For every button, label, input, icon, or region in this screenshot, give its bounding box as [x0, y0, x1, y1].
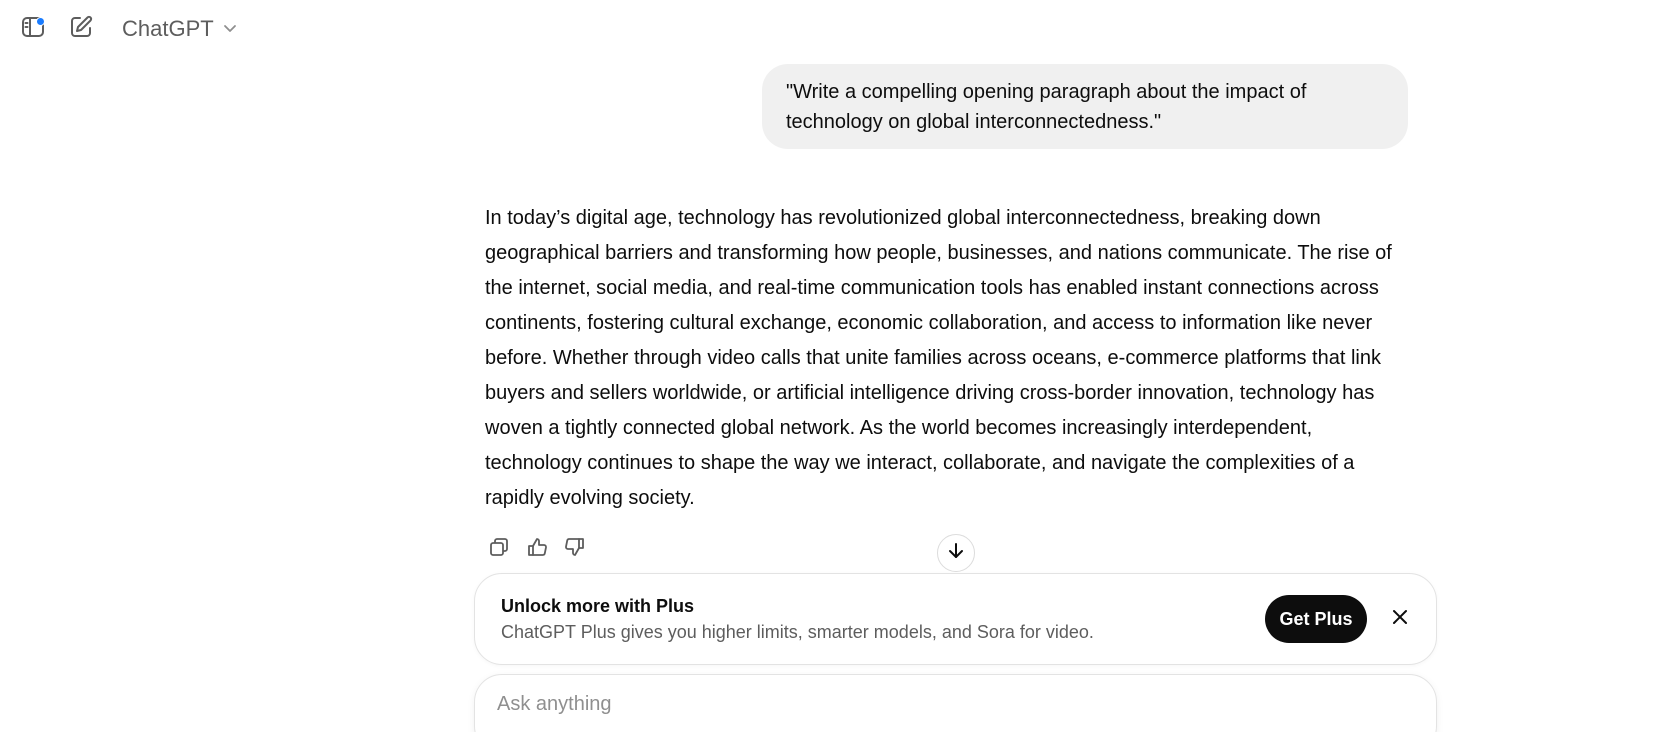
model-name: ChatGPT [122, 16, 214, 41]
thumbs-down-button[interactable] [561, 535, 589, 563]
assistant-message: In today’s digital age, technology has r… [485, 207, 1392, 509]
banner-subtitle: ChatGPT Plus gives you higher limits, sm… [501, 622, 1094, 642]
message-actions [485, 535, 589, 563]
thumbs-down-icon [564, 536, 586, 563]
chevron-down-icon [222, 16, 238, 42]
arrow-down-icon [946, 541, 966, 566]
new-chat-button[interactable] [64, 12, 98, 46]
notification-dot [36, 17, 45, 26]
copy-icon [488, 536, 510, 563]
get-plus-button[interactable]: Get Plus [1265, 595, 1367, 643]
user-message: "Write a compelling opening paragraph ab… [762, 64, 1408, 149]
chat-app: ChatGPT "Write a compelling opening para… [0, 0, 1673, 732]
thumbs-up-icon [526, 536, 548, 563]
message-composer [474, 674, 1437, 732]
plus-upsell-banner: Unlock more with Plus ChatGPT Plus gives… [474, 573, 1437, 665]
top-bar: ChatGPT [0, 0, 1673, 58]
banner-title: Unlock more with Plus [501, 596, 695, 616]
sidebar-toggle-button[interactable] [16, 12, 50, 46]
thumbs-up-button[interactable] [523, 535, 551, 563]
scroll-to-bottom-button[interactable] [937, 534, 975, 572]
model-selector[interactable]: ChatGPT [122, 16, 238, 42]
prompt-input[interactable] [497, 689, 1397, 719]
close-banner-button[interactable] [1388, 607, 1412, 631]
close-icon [1391, 608, 1409, 631]
copy-button[interactable] [485, 535, 513, 563]
edit-icon [68, 14, 94, 45]
